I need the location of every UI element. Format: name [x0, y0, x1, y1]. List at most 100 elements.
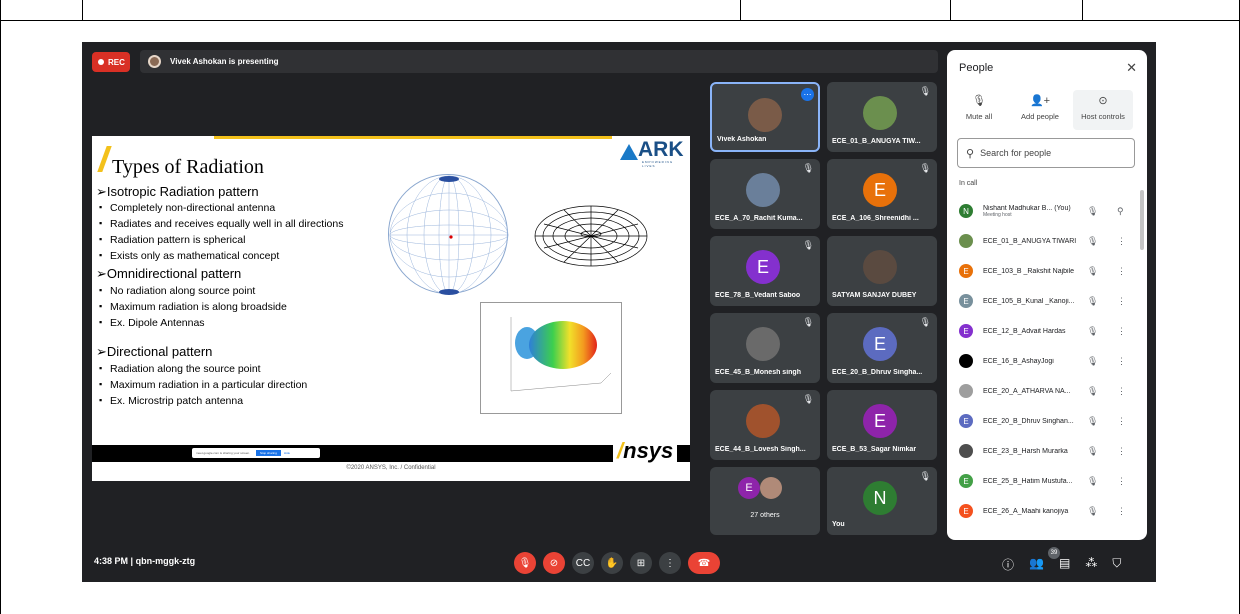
avatar: [959, 444, 973, 458]
captions-icon[interactable]: CC: [572, 552, 594, 574]
hide-share-bar-button[interactable]: Hide: [284, 451, 290, 455]
host-controls-button[interactable]: ⊙ Host controls: [1073, 90, 1133, 130]
avatar: E: [959, 504, 973, 518]
participant-list: N Nishant Madhukar B... (You) Meeting hos…: [947, 196, 1147, 526]
mic-off-icon[interactable]: 🎙︎: [1087, 446, 1098, 457]
participant-tile[interactable]: E ECE_B_53_Sagar Nimkar: [827, 390, 937, 460]
mic-off-icon[interactable]: 🎙︎: [1087, 356, 1098, 367]
shield-icon[interactable]: ⛉: [1112, 556, 1121, 573]
slide-accent-line: [214, 136, 612, 139]
participant-tile[interactable]: 🎙︎ ECE_45_B_Monesh singh: [710, 313, 820, 383]
avatar: [863, 96, 897, 130]
others-tile[interactable]: E 27 others: [710, 467, 820, 535]
people-icon[interactable]: 👥: [1029, 556, 1044, 573]
avatar: [959, 234, 973, 248]
participant-tile[interactable]: 🎙︎ ECE_44_B_Lovesh Singh...: [710, 390, 820, 460]
participant-tile[interactable]: E 🎙︎ ECE_78_B_Vedant Saboo: [710, 236, 820, 306]
list-item[interactable]: ECE_01_B_ANUGYA TIWARI 🎙︎ ⋮: [947, 226, 1147, 256]
mute-all-button[interactable]: 🎙︎ Mute all: [949, 90, 1009, 130]
more-vert-icon[interactable]: ⋮: [1117, 356, 1126, 367]
list-item[interactable]: ECE_20_A_ATHARVA NA... 🎙︎ ⋮: [947, 376, 1147, 406]
participant-tile[interactable]: E 🎙︎ ECE_A_106_Shreenidhi ...: [827, 159, 937, 229]
mic-off-icon[interactable]: 🎙︎: [514, 552, 536, 574]
mic-off-icon[interactable]: 🎙︎: [1087, 206, 1098, 217]
mic-off-icon[interactable]: 🎙︎: [1087, 236, 1098, 247]
ark-triangle-icon: [620, 144, 638, 160]
more-vert-icon[interactable]: ⋮: [1117, 386, 1126, 397]
mic-off-icon: 🎙︎: [802, 163, 814, 173]
panel-title: People: [959, 62, 994, 74]
avatar: E: [738, 477, 760, 499]
mic-off-icon[interactable]: 🎙︎: [1087, 386, 1098, 397]
list-item[interactable]: E ECE_26_A_Maahi kanojiya 🎙︎ ⋮: [947, 496, 1147, 526]
add-people-button[interactable]: 👤+ Add people: [1010, 90, 1070, 130]
participant-tile[interactable]: ⋯ Vivek Ashokan: [710, 82, 820, 152]
more-vert-icon[interactable]: ⋮: [1117, 446, 1126, 457]
avatar: N: [959, 204, 973, 218]
chat-icon[interactable]: ▤: [1059, 556, 1070, 573]
raise-hand-icon[interactable]: ✋: [601, 552, 623, 574]
participant-tile[interactable]: 🎙︎ ECE_01_B_ANUGYA TIW...: [827, 82, 937, 152]
pin-icon[interactable]: ⚲: [1117, 206, 1124, 217]
more-vert-icon[interactable]: ⋮: [1117, 476, 1126, 487]
bullet: Exists only as mathematical concept: [99, 250, 279, 262]
record-dot-icon: [98, 59, 104, 65]
close-icon[interactable]: ✕: [1126, 60, 1137, 76]
more-options-icon[interactable]: ⋮: [659, 552, 681, 574]
mic-off-icon[interactable]: 🎙︎: [1087, 296, 1098, 307]
activities-icon[interactable]: ⁂: [1085, 556, 1097, 573]
more-vert-icon[interactable]: ⋮: [1117, 236, 1126, 247]
participant-tile[interactable]: 🎙︎ ECE_A_70_Rachit Kuma...: [710, 159, 820, 229]
avatar: E: [959, 414, 973, 428]
hang-up-button[interactable]: ☎: [688, 552, 720, 574]
in-call-label: In call: [959, 180, 978, 187]
list-item[interactable]: N Nishant Madhukar B... (You) Meeting hos…: [947, 196, 1147, 226]
add-person-icon: 👤+: [1029, 95, 1051, 107]
avatar: E: [863, 404, 897, 438]
more-vert-icon[interactable]: ⋮: [1117, 326, 1126, 337]
list-item[interactable]: E ECE_25_B_Hatim Mustufa... 🎙︎ ⋮: [947, 466, 1147, 496]
more-vert-icon[interactable]: ⋮: [1117, 506, 1126, 517]
mic-off-icon: 🎙︎: [802, 317, 814, 327]
more-vert-icon[interactable]: ⋮: [1117, 296, 1126, 307]
stop-sharing-button[interactable]: Stop sharing: [256, 450, 281, 456]
mic-off-icon: 🎙︎: [972, 95, 986, 107]
section-heading: ➢Omnidirectional pattern: [96, 266, 242, 281]
avatar: [959, 384, 973, 398]
avatar: [746, 327, 780, 361]
call-controls: 🎙︎ ⊘ CC ✋ ⊞ ⋮ ☎: [514, 552, 720, 574]
presenting-bar[interactable]: Vivek Ashokan is presenting: [140, 50, 938, 73]
mic-off-icon[interactable]: 🎙︎: [1087, 476, 1098, 487]
list-item[interactable]: E ECE_105_B_Kunal _Kanoji... 🎙︎ ⋮: [947, 286, 1147, 316]
mic-off-icon[interactable]: 🎙︎: [1087, 506, 1098, 517]
mic-off-icon: 🎙︎: [919, 163, 931, 173]
bullet: No radiation along source point: [99, 285, 255, 297]
participant-tile[interactable]: SATYAM SANJAY DUBEY: [827, 236, 937, 306]
search-input[interactable]: ⚲ Search for people: [957, 138, 1135, 168]
camera-off-icon[interactable]: ⊘: [543, 552, 565, 574]
ark-logo: ARK EMPOWERING LIVES: [620, 138, 686, 168]
search-icon: ⚲: [966, 147, 975, 160]
more-vert-icon[interactable]: ⋮: [1117, 266, 1126, 277]
slide-accent-stroke: [97, 146, 112, 172]
self-tile[interactable]: N 🎙︎ You: [827, 467, 937, 535]
list-item[interactable]: ECE_16_B_AshayJogi 🎙︎ ⋮: [947, 346, 1147, 376]
presenter-avatar: [148, 55, 161, 68]
present-icon[interactable]: ⊞: [630, 552, 652, 574]
ansys-logo: /nsys: [613, 438, 678, 464]
share-notice-bar: meet.google.com is sharing your screen. …: [192, 448, 320, 458]
info-icon[interactable]: ⓘ: [1002, 556, 1014, 573]
mic-off-icon[interactable]: 🎙︎: [1087, 326, 1098, 337]
list-item[interactable]: E ECE_103_B _Rakshit Najbile 🎙︎ ⋮: [947, 256, 1147, 286]
mic-off-icon[interactable]: 🎙︎: [1087, 416, 1098, 427]
participant-tile[interactable]: E 🎙︎ ECE_20_B_Dhruv Singha...: [827, 313, 937, 383]
recording-badge: REC: [92, 52, 130, 72]
mic-off-icon: 🎙︎: [802, 240, 814, 250]
more-vert-icon[interactable]: ⋮: [1117, 416, 1126, 427]
list-item[interactable]: E ECE_12_B_Advait Hardas 🎙︎ ⋮: [947, 316, 1147, 346]
mic-off-icon[interactable]: 🎙︎: [1087, 266, 1098, 277]
bullet: Maximum radiation is along broadside: [99, 301, 287, 313]
list-item[interactable]: ECE_23_B_Harsh Murarka 🎙︎ ⋮: [947, 436, 1147, 466]
list-item[interactable]: E ECE_20_B_Dhruv Singhan... 🎙︎ ⋮: [947, 406, 1147, 436]
more-options-icon[interactable]: ⋯: [801, 88, 814, 101]
